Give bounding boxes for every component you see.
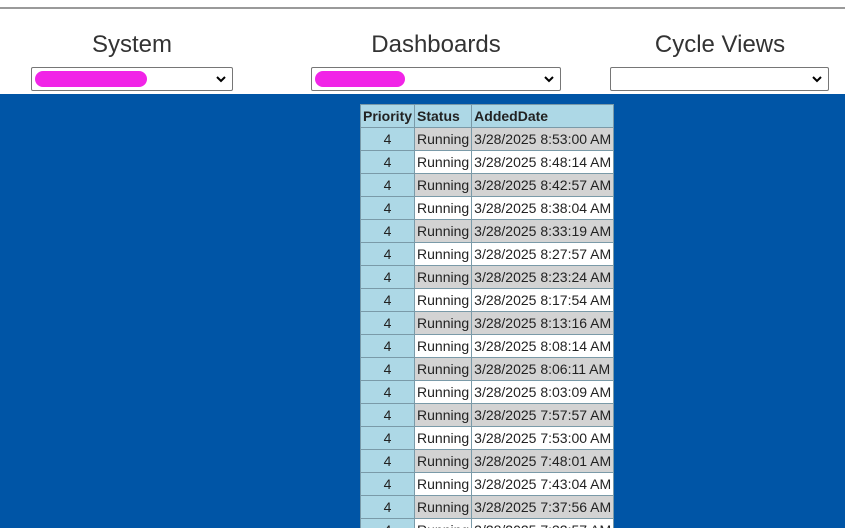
priority-cell: 4 xyxy=(359,219,416,243)
priority-cell: 4 xyxy=(359,472,416,496)
status-cell: Running xyxy=(414,426,473,450)
status-cell: Running xyxy=(414,334,473,358)
priority-cell: 4 xyxy=(359,334,416,358)
system-label: System xyxy=(91,31,172,58)
table-header-row: Priority Status AddedDate xyxy=(359,104,615,128)
added-date-cell: 3/28/2025 8:08:14 AM xyxy=(471,334,615,358)
table-row: 4 Running 3/28/2025 7:57:57 AM xyxy=(359,403,615,427)
priority-cell: 4 xyxy=(359,449,416,473)
dashboards-label: Dashboards xyxy=(371,31,501,58)
table-row: 4 Running 3/28/2025 8:03:09 AM xyxy=(359,380,615,404)
added-date-cell: 3/28/2025 7:43:04 AM xyxy=(471,472,615,496)
status-cell: Running xyxy=(414,242,473,266)
status-cell: Running xyxy=(414,173,473,197)
priority-cell: 4 xyxy=(359,265,416,289)
table-row: 4 Running 3/28/2025 8:08:14 AM xyxy=(359,334,615,358)
dashboards-select[interactable] xyxy=(311,67,561,91)
table-row: 4 Running 3/28/2025 8:48:14 AM xyxy=(359,150,615,174)
table-row: 4 Running 3/28/2025 7:37:56 AM xyxy=(359,495,615,519)
chevron-down-icon xyxy=(544,76,554,83)
status-cell: Running xyxy=(414,518,473,528)
priority-cell: 4 xyxy=(359,150,416,174)
system-select[interactable] xyxy=(31,67,233,91)
chevron-down-icon xyxy=(216,76,226,83)
column-header-status[interactable]: Status xyxy=(414,104,473,128)
status-cell: Running xyxy=(414,380,473,404)
priority-cell: 4 xyxy=(359,196,416,220)
chevron-down-icon xyxy=(812,76,822,83)
added-date-cell: 3/28/2025 7:57:57 AM xyxy=(471,403,615,427)
added-date-cell: 3/28/2025 8:33:19 AM xyxy=(471,219,615,243)
content-area: Priority Status AddedDate 4 Running 3/28/2… xyxy=(0,94,845,528)
table-row: 4 Running 3/28/2025 8:13:16 AM xyxy=(359,311,615,335)
added-date-cell: 3/28/2025 8:53:00 AM xyxy=(471,127,615,151)
added-date-cell: 3/28/2025 8:03:09 AM xyxy=(471,380,615,404)
priority-cell: 4 xyxy=(359,380,416,404)
column-header-priority[interactable]: Priority xyxy=(359,104,416,128)
added-date-cell: 3/28/2025 8:42:57 AM xyxy=(471,173,615,197)
table-row: 4 Running 3/28/2025 8:06:11 AM xyxy=(359,357,615,381)
status-cell: Running xyxy=(414,127,473,151)
status-cell: Running xyxy=(414,311,473,335)
cycle-views-label: Cycle Views xyxy=(654,31,786,58)
status-cell: Running xyxy=(414,288,473,312)
status-cell: Running xyxy=(414,472,473,496)
added-date-cell: 3/28/2025 8:06:11 AM xyxy=(471,357,615,381)
added-date-cell: 3/28/2025 7:37:56 AM xyxy=(471,495,615,519)
priority-cell: 4 xyxy=(359,173,416,197)
queue-table: Priority Status AddedDate 4 Running 3/28/2… xyxy=(359,104,615,528)
table-row: 4 Running 3/28/2025 7:53:00 AM xyxy=(359,426,615,450)
table-row: 4 Running 3/28/2025 8:17:54 AM xyxy=(359,288,615,312)
priority-cell: 4 xyxy=(359,288,416,312)
table-row: 4 Running 3/28/2025 7:43:04 AM xyxy=(359,472,615,496)
table-row: 4 Running 3/28/2025 8:33:19 AM xyxy=(359,219,615,243)
priority-cell: 4 xyxy=(359,518,416,528)
cycle-views-select[interactable] xyxy=(610,67,829,91)
priority-cell: 4 xyxy=(359,242,416,266)
table-row: 4 Running 3/28/2025 8:27:57 AM xyxy=(359,242,615,266)
table-row: 4 Running 3/28/2025 8:42:57 AM xyxy=(359,173,615,197)
added-date-cell: 3/28/2025 7:48:01 AM xyxy=(471,449,615,473)
status-cell: Running xyxy=(414,265,473,289)
priority-cell: 4 xyxy=(359,426,416,450)
added-date-cell: 3/28/2025 7:53:00 AM xyxy=(471,426,615,450)
priority-cell: 4 xyxy=(359,357,416,381)
table-row: 4 Running 3/28/2025 8:38:04 AM xyxy=(359,196,615,220)
added-date-cell: 3/28/2025 8:23:24 AM xyxy=(471,265,615,289)
status-cell: Running xyxy=(414,150,473,174)
status-cell: Running xyxy=(414,357,473,381)
priority-cell: 4 xyxy=(359,127,416,151)
table-row: 4 Running 3/28/2025 7:48:01 AM xyxy=(359,449,615,473)
added-date-cell: 3/28/2025 8:13:16 AM xyxy=(471,311,615,335)
priority-cell: 4 xyxy=(359,495,416,519)
header-bar: System Dashboards Cycle Views xyxy=(0,9,845,94)
status-cell: Running xyxy=(414,219,473,243)
added-date-cell: 3/28/2025 8:27:57 AM xyxy=(471,242,615,266)
status-cell: Running xyxy=(414,449,473,473)
redaction-mark xyxy=(315,71,405,87)
priority-cell: 4 xyxy=(359,311,416,335)
status-cell: Running xyxy=(414,495,473,519)
column-header-added-date[interactable]: AddedDate xyxy=(471,104,615,128)
table-row: 4Running3/28/2025 7:32:57 AM xyxy=(359,518,615,528)
status-cell: Running xyxy=(414,196,473,220)
added-date-cell: 3/28/2025 7:32:57 AM xyxy=(471,518,615,528)
added-date-cell: 3/28/2025 8:38:04 AM xyxy=(471,196,615,220)
priority-cell: 4 xyxy=(359,403,416,427)
table-row: 4 Running 3/28/2025 8:53:00 AM xyxy=(359,127,615,151)
added-date-cell: 3/28/2025 8:17:54 AM xyxy=(471,288,615,312)
status-cell: Running xyxy=(414,403,473,427)
added-date-cell: 3/28/2025 8:48:14 AM xyxy=(471,150,615,174)
table-row: 4 Running 3/28/2025 8:23:24 AM xyxy=(359,265,615,289)
redaction-mark xyxy=(35,71,147,87)
